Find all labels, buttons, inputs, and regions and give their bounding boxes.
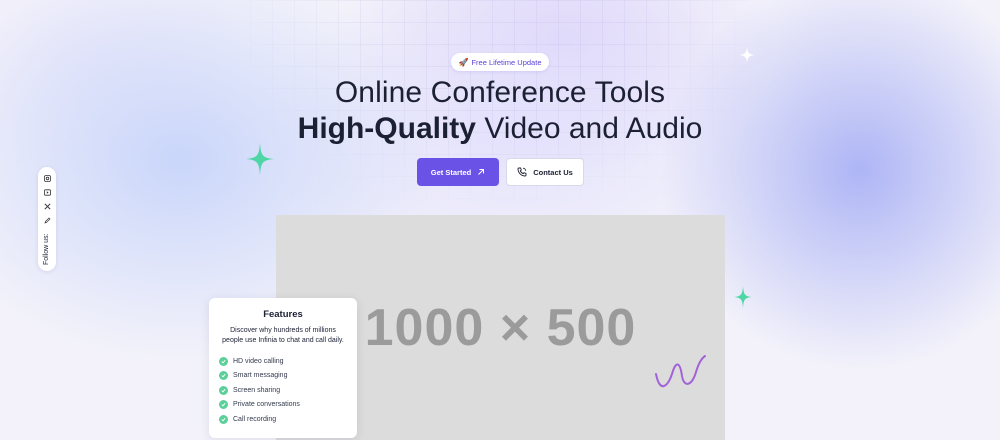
hero-title-line2: High-Quality Video and Audio (0, 112, 1000, 146)
instagram-icon[interactable] (42, 173, 52, 183)
feature-item: Screen sharing (219, 383, 347, 398)
x-icon[interactable] (42, 201, 52, 211)
feature-label: Screen sharing (233, 386, 281, 394)
features-description: Discover why hundreds of millions people… (222, 327, 344, 344)
pen-icon[interactable] (42, 215, 52, 225)
check-icon (219, 414, 228, 424)
get-started-label: Get Started (430, 167, 472, 177)
follow-us-label: Follow us: (43, 233, 50, 265)
contact-us-label: Contact Us (533, 167, 573, 177)
sparkle-icon (739, 47, 755, 63)
feature-item: Call recording (219, 412, 347, 427)
hero-title-line1: Online Conference Tools (334, 76, 666, 109)
hero-title-rest: Video and Audio (484, 112, 703, 145)
feature-item: HD video calling (219, 354, 347, 369)
sparkle-icon (734, 286, 752, 308)
placeholder-text: 1000 × 500 (364, 298, 637, 357)
feature-item: Smart messaging (219, 369, 347, 384)
youtube-icon[interactable] (42, 187, 52, 197)
badge-label: Free Lifetime Update (471, 57, 542, 67)
feature-label: Private conversations (233, 401, 300, 409)
sparkle-icon (246, 143, 274, 175)
feature-label: Smart messaging (233, 372, 288, 380)
phone-icon (517, 167, 527, 177)
lifetime-update-badge[interactable]: 🚀 Free Lifetime Update (451, 53, 549, 71)
check-icon (219, 356, 228, 366)
squiggle-decoration (655, 355, 706, 387)
check-icon (219, 385, 228, 395)
arrow-up-right-icon (478, 169, 485, 175)
check-icon (219, 371, 228, 381)
contact-us-button[interactable]: Contact Us (506, 158, 584, 186)
follow-us-bar: Follow us: (38, 167, 56, 271)
features-list: HD video calling Smart messaging Screen … (219, 354, 347, 427)
rocket-icon: 🚀 (458, 57, 469, 67)
features-card: Features Discover why hundreds of millio… (209, 298, 357, 438)
check-icon (219, 400, 228, 410)
get-started-button[interactable]: Get Started (417, 158, 499, 186)
features-title: Features (263, 309, 303, 320)
feature-label: HD video calling (233, 357, 284, 365)
feature-item: Private conversations (219, 398, 347, 413)
hero-title-bold: High-Quality (297, 112, 476, 145)
feature-label: Call recording (233, 415, 277, 423)
